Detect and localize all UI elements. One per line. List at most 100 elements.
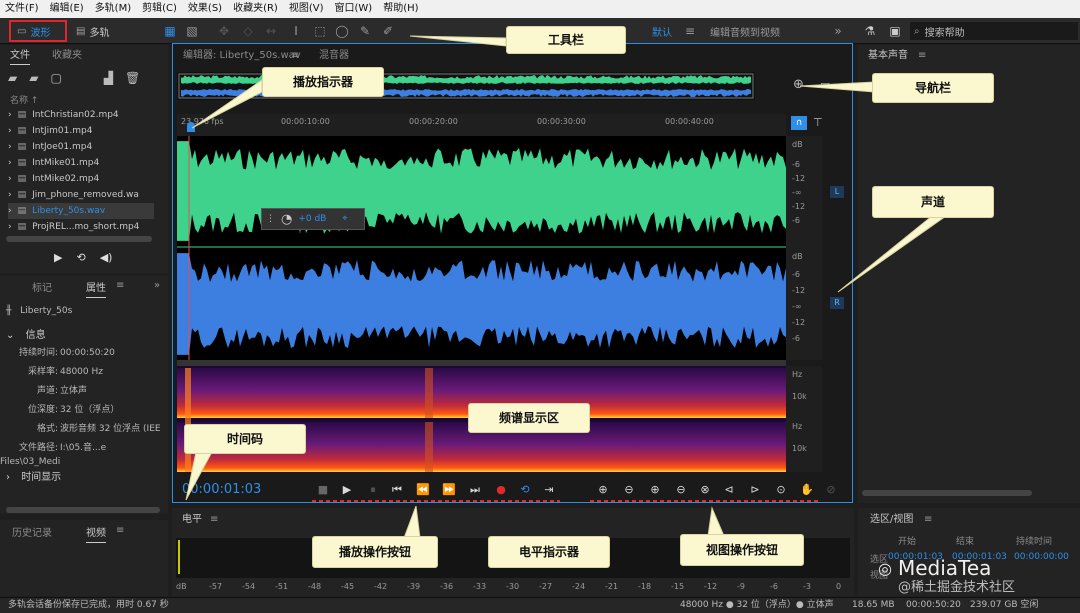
marquee-tool-icon[interactable]: ⬚ — [312, 23, 328, 39]
time-display-section[interactable]: › 时间显示 — [6, 468, 61, 483]
chevron-right-icon[interactable]: › — [8, 107, 12, 123]
chat-icon[interactable]: ▣ — [887, 23, 903, 39]
chevron-right-icon[interactable]: › — [8, 187, 12, 203]
menu-view[interactable]: 视图(V) — [284, 0, 330, 18]
workspace-default[interactable]: 默认 — [652, 22, 672, 40]
file-row[interactable]: › ▤ IntJim01.mp4 — [8, 123, 154, 139]
zoom-disabled-icon[interactable]: ⊘ — [824, 483, 838, 497]
selection-duration[interactable]: 00:00:00:00 — [1014, 552, 1069, 562]
chevron-right-icon[interactable]: › — [8, 155, 12, 171]
file-list-scrollbar[interactable] — [6, 236, 152, 242]
stop-icon[interactable]: ■ — [316, 483, 330, 497]
tab-favorites[interactable]: 收藏夹 — [52, 47, 82, 65]
pause-icon[interactable]: ⏸ — [366, 483, 380, 497]
preview-loop-icon[interactable]: ⟲ — [76, 251, 85, 264]
fast-forward-icon[interactable]: ⏩ — [442, 483, 456, 497]
menu-file[interactable]: 文件(F) — [0, 0, 45, 18]
zoom-out-amplitude-icon[interactable]: ⊖ — [622, 483, 636, 497]
hud-pin-icon[interactable]: ⌖ — [342, 214, 347, 224]
info-section[interactable]: ⌄ 信息 — [6, 326, 46, 341]
zoom-in-left-icon[interactable]: ⊲ — [722, 483, 736, 497]
spot-healing-tool-icon[interactable]: ✐ — [380, 23, 396, 39]
zoom-out-full-icon[interactable]: ⊗ — [698, 483, 712, 497]
multitrack-view-button[interactable]: ▤ 多轨 — [76, 22, 109, 40]
properties-menu-icon[interactable]: ≡ — [116, 280, 124, 291]
file-row[interactable]: › ▤ ProjREL...mo_short.mp4 — [8, 219, 154, 235]
hud-volume[interactable]: ⋮ ◔ +0 dB ⌖ — [261, 208, 365, 230]
spectral-display-icon[interactable]: ▦ — [162, 23, 178, 39]
spectral-pitch-icon[interactable]: ▧ — [184, 23, 200, 39]
navigator-thumb-icon[interactable]: ▭ — [820, 78, 830, 91]
chevron-right-icon[interactable]: › — [8, 171, 12, 187]
preview-play-icon[interactable]: ▶ — [54, 251, 62, 264]
razor-tool-icon[interactable]: ◇ — [240, 23, 256, 39]
skip-selection-icon[interactable]: ⇥ — [542, 483, 556, 497]
hand-tool-icon[interactable]: ✋ — [800, 483, 814, 497]
rewind-icon[interactable]: ⏪ — [416, 483, 430, 497]
record-icon[interactable]: ● — [494, 483, 508, 497]
file-row[interactable]: › ▤ IntMike02.mp4 — [8, 171, 154, 187]
timecode-display[interactable]: 00:00:01:03 — [182, 482, 261, 497]
search-input[interactable]: 搜索帮助 — [925, 24, 965, 39]
menu-help[interactable]: 帮助(H) — [378, 0, 424, 18]
workspace-menu-icon[interactable]: ≡ — [682, 23, 698, 39]
chevron-right-icon[interactable]: › — [8, 219, 12, 235]
menu-edit[interactable]: 编辑(E) — [45, 0, 90, 18]
chevron-right-icon[interactable]: › — [8, 139, 12, 155]
snap-icon[interactable]: ∩ — [791, 116, 807, 130]
zoom-selection-icon[interactable]: ⊙ — [774, 483, 788, 497]
tab-video[interactable]: 视频 — [86, 525, 106, 543]
learn-icon[interactable]: ⚗ — [862, 23, 878, 39]
waveform-view-button[interactable]: ▭ 波形 — [9, 20, 67, 42]
preview-volume-icon[interactable]: ◀) — [100, 251, 113, 264]
zoom-in-time-icon[interactable]: ⊕ — [648, 483, 662, 497]
new-file-icon[interactable]: ▢ — [50, 71, 61, 85]
panel-overflow-icon[interactable]: » — [154, 280, 160, 291]
tab-properties[interactable]: 属性 — [86, 280, 106, 298]
zoom-out-time-icon[interactable]: ⊖ — [674, 483, 688, 497]
basic-sound-scrollbar[interactable] — [862, 490, 1032, 496]
name-column-header[interactable]: 名称 ↑ — [10, 93, 38, 106]
insert-icon[interactable]: ▟ — [104, 71, 113, 85]
channel-l-toggle[interactable]: L — [830, 186, 844, 198]
selection-view-menu-icon[interactable]: ≡ — [924, 511, 932, 529]
open-folder-icon[interactable]: ▰ — [8, 71, 17, 85]
editor-menu-icon[interactable]: ≡ — [291, 47, 299, 65]
file-row[interactable]: › ▤ IntJoe01.mp4 — [8, 139, 154, 155]
more-workspaces-icon[interactable]: » — [830, 23, 846, 39]
search-box[interactable]: ⌕ 搜索帮助 — [910, 22, 1078, 40]
file-row[interactable]: › ▤ IntMike01.mp4 — [8, 155, 154, 171]
menu-clip[interactable]: 剪辑(C) — [137, 0, 183, 18]
menu-multitrack[interactable]: 多轨(M) — [90, 0, 137, 18]
playhead-handle[interactable] — [187, 122, 195, 132]
file-row[interactable]: › ▤ Liberty_50s.wav — [8, 203, 154, 219]
zoom-in-amplitude-icon[interactable]: ⊕ — [596, 483, 610, 497]
play-icon[interactable]: ▶ — [340, 483, 354, 497]
time-ruler[interactable]: 23.976 fps 00:00:10:00 00:00:20:00 00:00… — [177, 114, 786, 136]
chevron-right-icon[interactable]: › — [8, 123, 12, 139]
level-menu-icon[interactable]: ≡ — [210, 511, 218, 529]
basic-sound-menu-icon[interactable]: ≡ — [918, 47, 926, 65]
slip-tool-icon[interactable]: ↔ — [263, 23, 279, 39]
channel-r-toggle[interactable]: R — [830, 297, 844, 309]
zoom-in-right-icon[interactable]: ⊳ — [748, 483, 762, 497]
move-tool-icon[interactable]: ✥ — [216, 23, 232, 39]
tab-files[interactable]: 文件 — [10, 47, 30, 65]
time-selection-tool-icon[interactable]: I — [288, 23, 304, 39]
video-menu-icon[interactable]: ≡ — [116, 525, 124, 536]
tab-markers[interactable]: 标记 — [32, 280, 52, 298]
volume-knob-icon[interactable]: ◔ — [281, 212, 292, 227]
file-row[interactable]: › ▤ Jim_phone_removed.wa — [8, 187, 154, 203]
file-row[interactable]: › ▤ IntChristian02.mp4 — [8, 107, 154, 123]
workspace-edit-video[interactable]: 编辑音频到视频 — [710, 22, 780, 40]
delete-icon[interactable]: 🗑 — [125, 71, 140, 85]
lasso-tool-icon[interactable]: ◯ — [334, 23, 350, 39]
menu-effects[interactable]: 效果(S) — [183, 0, 228, 18]
brush-tool-icon[interactable]: ✎ — [357, 23, 373, 39]
pin-icon[interactable]: ⊤ — [813, 116, 823, 129]
next-icon[interactable]: ⏭ — [468, 483, 482, 497]
waveform-area[interactable]: ⋮ ◔ +0 dB ⌖ — [177, 136, 786, 360]
tab-editor[interactable]: 编辑器: Liberty_50s.wav — [183, 47, 301, 65]
menu-favorites[interactable]: 收藏夹(R) — [228, 0, 284, 18]
loop-icon[interactable]: ⟲ — [518, 483, 532, 497]
